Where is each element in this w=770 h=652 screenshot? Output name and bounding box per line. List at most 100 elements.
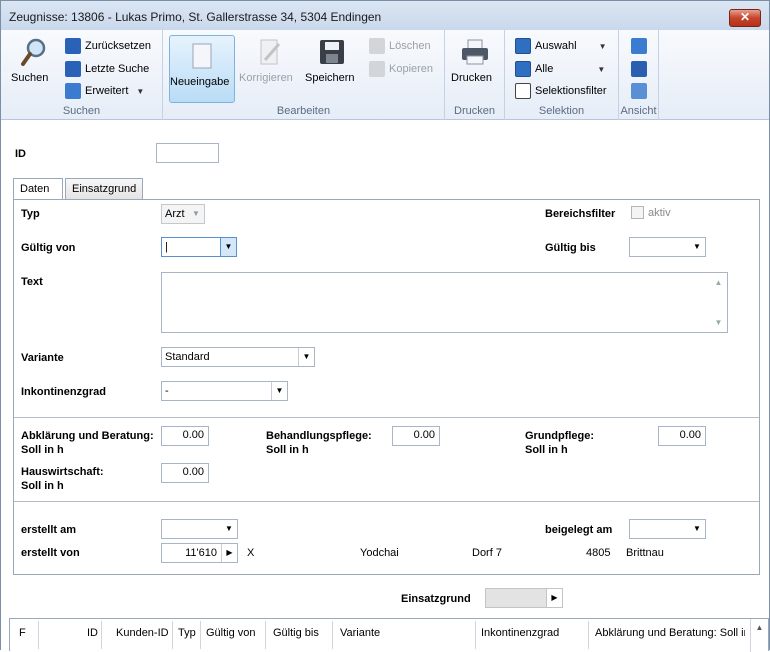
tab-einsatzgrund[interactable]: Einsatzgrund	[65, 178, 143, 200]
column-header[interactable]: F	[19, 627, 26, 639]
text-scrollbar[interactable]: ▲ ▼	[710, 273, 727, 332]
column-header[interactable]: Kunden-ID	[116, 627, 169, 639]
text-area[interactable]: ▲ ▼	[161, 272, 728, 333]
refresh-icon	[65, 38, 81, 54]
edit-document-icon	[255, 36, 285, 68]
variante-label: Variante	[21, 352, 64, 364]
search-button[interactable]: Suchen	[11, 36, 57, 84]
selection-filter-label: Selektionsfilter	[535, 85, 607, 97]
tab-daten[interactable]: Daten	[13, 178, 63, 201]
grundpflege-input[interactable]: 0.00	[658, 426, 706, 446]
chevron-down-icon: ▼	[225, 524, 233, 533]
tab-panel-daten: Typ Arzt ▼ Bereichsfilter aktiv Gültig v…	[13, 199, 760, 575]
new-document-icon	[187, 40, 217, 72]
column-header[interactable]: Inkontinenzgrad	[481, 627, 559, 639]
column-separator	[200, 621, 201, 649]
extended-label: Erweitert	[85, 85, 129, 97]
title-bar: Zeugnisse: 13806 - Lukas Primo, St. Gall…	[1, 1, 769, 30]
save-button[interactable]: Speichern	[305, 36, 359, 84]
chevron-up-icon[interactable]: ▲	[750, 619, 768, 652]
column-separator	[172, 621, 173, 649]
window-title: Zeugnisse: 13806 - Lukas Primo, St. Gall…	[9, 10, 382, 24]
column-separator	[475, 621, 476, 649]
correct-button[interactable]: Korrigieren	[239, 36, 301, 84]
group-label-ansicht: Ansicht	[620, 105, 657, 117]
column-header[interactable]: Gültig bis	[273, 627, 319, 639]
gueltig-von-date[interactable]: | ▼	[161, 237, 237, 257]
bereichsfilter-label: Bereichsfilter	[545, 208, 616, 220]
extended-search-button[interactable]: Erweitert ▼	[65, 81, 144, 101]
new-entry-button[interactable]: Neueingabe	[169, 35, 235, 103]
bereichsfilter-checkbox[interactable]	[631, 206, 644, 219]
group-label-drucken: Drucken	[454, 105, 495, 117]
selection-filter-button[interactable]: Selektionsfilter	[515, 81, 607, 101]
ribbon-group-drucken: Drucken Drucken	[445, 30, 505, 120]
arrow-left-icon[interactable]	[631, 38, 647, 54]
erstellt-von-lookup[interactable]: 11'610 ▶	[161, 543, 238, 563]
play-icon[interactable]: ▶	[221, 544, 237, 562]
column-header[interactable]: ID	[87, 627, 98, 639]
delete-icon	[369, 38, 385, 54]
chevron-down-icon[interactable]: ▼	[710, 315, 727, 330]
chevron-down-icon: ▼	[271, 382, 287, 400]
person-name: Yodchai	[360, 547, 399, 559]
person-zip: 4805	[586, 547, 611, 559]
divider	[14, 417, 759, 418]
person-city: Brittnau	[626, 547, 664, 559]
variante-select[interactable]: Standard ▼	[161, 347, 315, 367]
all-label: Alle	[535, 63, 554, 75]
selection-dropdown[interactable]: Auswahl ▼	[515, 36, 607, 56]
layout-icon[interactable]	[631, 83, 647, 99]
column-separator	[332, 621, 333, 649]
close-button[interactable]: ✕	[729, 9, 761, 27]
chevron-down-icon: ▼	[136, 86, 145, 96]
reset-button[interactable]: Zurücksetzen	[65, 36, 151, 56]
save-view-icon[interactable]	[631, 61, 647, 77]
gueltig-von-label: Gültig von	[21, 242, 76, 254]
column-header[interactable]: Abklärung und Beratung: Soll in	[595, 627, 745, 639]
id-input[interactable]	[156, 143, 219, 163]
clear-x-button[interactable]: X	[247, 547, 254, 559]
chevron-down-icon: ▼	[220, 238, 236, 256]
list-icon	[515, 61, 531, 77]
column-header[interactable]: Variante	[340, 627, 380, 639]
gueltig-bis-date[interactable]: ▼	[629, 237, 706, 257]
einsatzgrund-lookup[interactable]: ▶	[485, 588, 563, 608]
hauswirt-input[interactable]: 0.00	[161, 463, 209, 483]
divider	[14, 501, 759, 502]
beigelegt-label: beigelegt am	[545, 524, 613, 536]
column-separator	[38, 621, 39, 649]
erstellt-am-label: erstellt am	[21, 524, 77, 536]
magnifier-icon	[19, 36, 49, 68]
ribbon: Suchen Zurücksetzen Letzte Suche Erweite…	[1, 30, 769, 120]
last-search-button[interactable]: Letzte Suche	[65, 59, 149, 79]
abklaerung-label: Abklärung und Beratung:	[21, 430, 154, 442]
id-label: ID	[15, 148, 26, 160]
grundpflege-sub: Soll in h	[525, 444, 568, 456]
column-header[interactable]: Typ	[178, 627, 196, 639]
play-icon[interactable]: ▶	[546, 589, 562, 607]
behandlung-input[interactable]: 0.00	[392, 426, 440, 446]
chevron-down-icon: ▼	[693, 524, 701, 533]
typ-select[interactable]: Arzt ▼	[161, 204, 205, 224]
results-grid-header: F ID Kunden-ID Typ Gültig von Gültig bis…	[9, 618, 769, 652]
delete-button[interactable]: Löschen	[369, 36, 431, 56]
column-header[interactable]: Gültig von	[206, 627, 256, 639]
copy-button[interactable]: Kopieren	[369, 59, 433, 79]
print-label: Drucken	[451, 72, 492, 84]
print-button[interactable]: Drucken	[451, 36, 499, 84]
group-label-suchen: Suchen	[62, 105, 101, 117]
beigelegt-date[interactable]: ▼	[629, 519, 706, 539]
abklaerung-input[interactable]: 0.00	[161, 426, 209, 446]
selection-label: Auswahl	[535, 40, 577, 52]
inkontinenz-select[interactable]: - ▼	[161, 381, 288, 401]
all-dropdown[interactable]: Alle ▼	[515, 59, 605, 79]
erstellt-am-date[interactable]: ▼	[161, 519, 238, 539]
person-street: Dorf 7	[472, 547, 502, 559]
erstellt-von-label: erstellt von	[21, 547, 80, 559]
chevron-up-icon[interactable]: ▲	[710, 275, 727, 290]
ribbon-group-suchen: Suchen Zurücksetzen Letzte Suche Erweite…	[1, 30, 163, 120]
behandlung-sub: Soll in h	[266, 444, 309, 456]
gueltig-bis-label: Gültig bis	[545, 242, 596, 254]
einsatzgrund-label: Einsatzgrund	[401, 593, 471, 605]
